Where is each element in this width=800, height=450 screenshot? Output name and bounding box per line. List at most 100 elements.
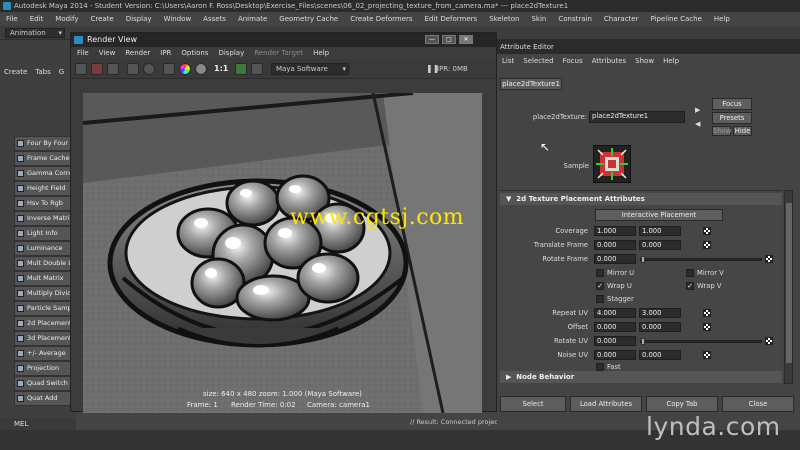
tab-place2dtexture1[interactable]: place2dTexture1: [500, 78, 562, 90]
interactive-placement-button[interactable]: Interactive Placement: [595, 209, 723, 221]
section-node-behavior[interactable]: ▶ Node Behavior: [500, 371, 782, 383]
rotate-frame-field[interactable]: 0.000: [594, 254, 636, 264]
slider-knob[interactable]: [641, 256, 645, 263]
close-button[interactable]: ✕: [459, 35, 473, 44]
rotate-uv-slider[interactable]: [640, 338, 762, 345]
mel-label[interactable]: MEL: [0, 418, 76, 430]
keep-image-icon[interactable]: [163, 63, 175, 75]
section-2d-texture-placement[interactable]: ▼ 2d Texture Placement Attributes: [500, 193, 782, 205]
refresh-icon[interactable]: [143, 63, 155, 75]
repeat-u-field[interactable]: 4.000: [594, 308, 636, 318]
menu-item-constrain[interactable]: Constrain: [552, 12, 598, 26]
stagger-checkbox[interactable]: [596, 295, 604, 303]
node-item-light-info[interactable]: Light Info: [14, 226, 74, 241]
render-region-icon[interactable]: [91, 63, 103, 75]
select-input-icon[interactable]: ▶: [695, 106, 700, 114]
menu-item-pipeline-cache[interactable]: Pipeline Cache: [644, 12, 707, 26]
ipr-render-icon[interactable]: [127, 63, 139, 75]
slider-knob[interactable]: [641, 338, 645, 345]
rv-menu-item-help[interactable]: Help: [307, 47, 333, 59]
rv-menu-item-file[interactable]: File: [71, 47, 93, 59]
node-item-projection[interactable]: Projection: [14, 361, 74, 376]
menu-item-modify[interactable]: Modify: [49, 12, 84, 26]
rotate-frame-slider[interactable]: [640, 256, 762, 263]
node-item-quat-add[interactable]: Quat Add: [14, 391, 74, 406]
offset-u-field[interactable]: 0.000: [594, 322, 636, 332]
maximize-button[interactable]: □: [442, 35, 456, 44]
offset-map-button[interactable]: [703, 323, 711, 331]
menu-item-edit[interactable]: Edit: [24, 12, 50, 26]
node-item-multiply-divide[interactable]: Multiply Divide: [14, 286, 74, 301]
alpha-channel-icon[interactable]: [195, 63, 207, 75]
repeat-v-field[interactable]: 3.000: [639, 308, 681, 318]
minimize-button[interactable]: —: [425, 35, 439, 44]
node-item-2d-placement[interactable]: 2d Placement: [14, 316, 74, 331]
node-item-luminance[interactable]: Luminance: [14, 241, 74, 256]
menu-item-help[interactable]: Help: [708, 12, 736, 26]
noise-u-field[interactable]: 0.000: [594, 350, 636, 360]
offset-v-field[interactable]: 0.000: [639, 322, 681, 332]
menu-item-geometry-cache[interactable]: Geometry Cache: [273, 12, 344, 26]
menu-item-edit-deformers[interactable]: Edit Deformers: [419, 12, 484, 26]
focus-button[interactable]: Focus: [712, 98, 752, 110]
copy-tab-button[interactable]: Copy Tab: [646, 396, 718, 412]
rv-menu-item-render[interactable]: Render: [119, 47, 154, 59]
ae-menu-item-attributes[interactable]: Attributes: [587, 55, 631, 67]
rv-menu-item-display[interactable]: Display: [212, 47, 248, 59]
shelf-tab-tabs[interactable]: Tabs: [31, 66, 55, 78]
ratio-label[interactable]: 1:1: [214, 64, 228, 73]
rv-menu-item-view[interactable]: View: [93, 47, 120, 59]
menu-item-window[interactable]: Window: [158, 12, 198, 26]
menu-item-file[interactable]: File: [0, 12, 24, 26]
snapshot-icon[interactable]: [107, 63, 119, 75]
coverage-map-button[interactable]: [703, 227, 711, 235]
fast-checkbox[interactable]: [596, 363, 604, 371]
ae-menu-item-show[interactable]: Show: [630, 55, 658, 67]
menu-item-display[interactable]: Display: [120, 12, 158, 26]
node-item-mult-matrix[interactable]: Mult Matrix: [14, 271, 74, 286]
mirror-u-checkbox[interactable]: [596, 269, 604, 277]
presets-button[interactable]: Presets: [712, 112, 752, 124]
ae-menu-item-focus[interactable]: Focus: [558, 55, 587, 67]
menu-item-create-deformers[interactable]: Create Deformers: [344, 12, 418, 26]
ae-menu-item-list[interactable]: List: [497, 55, 518, 67]
node-name-field[interactable]: place2dTexture1: [589, 111, 685, 123]
wrap-v-checkbox[interactable]: ✓: [686, 282, 694, 290]
node-item-gamma-correct[interactable]: Gamma Correct: [14, 166, 74, 181]
noise-v-field[interactable]: 0.000: [639, 350, 681, 360]
menu-item-skeleton[interactable]: Skeleton: [483, 12, 525, 26]
rgb-channels-icon[interactable]: [179, 63, 191, 75]
rotate-uv-map-button[interactable]: [765, 337, 773, 345]
node-item-inverse-matrix[interactable]: Inverse Matrix: [14, 211, 74, 226]
node-item-average[interactable]: +/- Average: [14, 346, 74, 361]
node-item-quad-switch[interactable]: Quad Switch: [14, 376, 74, 391]
redo-render-icon[interactable]: [75, 63, 87, 75]
node-item-height-field[interactable]: Height Field: [14, 181, 74, 196]
menu-item-character[interactable]: Character: [598, 12, 645, 26]
render-canvas[interactable]: [83, 93, 482, 413]
load-attributes-button[interactable]: Load Attributes: [570, 396, 642, 412]
display-region-icon[interactable]: [235, 63, 247, 75]
repeat-uv-map-button[interactable]: [703, 309, 711, 317]
menu-set-dropdown[interactable]: Animation ▾: [5, 28, 65, 38]
menu-item-create[interactable]: Create: [84, 12, 119, 26]
rotate-frame-map-button[interactable]: [765, 255, 773, 263]
node-item-frame-cache[interactable]: Frame Cache: [14, 151, 74, 166]
shelf-tab-create[interactable]: Create: [0, 66, 31, 78]
rv-menu-item-render-target[interactable]: Render Target: [248, 47, 307, 59]
display-settings-icon[interactable]: [251, 63, 263, 75]
menu-item-skin[interactable]: Skin: [525, 12, 552, 26]
hide-button[interactable]: Hide: [733, 126, 752, 136]
node-item-hsv-to-rgb[interactable]: Hsv To Rgb: [14, 196, 74, 211]
node-item-3d-placement[interactable]: 3d Placement: [14, 331, 74, 346]
select-output-icon[interactable]: ◀: [695, 120, 700, 128]
node-item-four-by-four[interactable]: Four By Four: [14, 136, 74, 151]
coverage-u-field[interactable]: 1.000: [594, 226, 636, 236]
rv-menu-item-options[interactable]: Options: [175, 47, 212, 59]
menu-item-assets[interactable]: Assets: [197, 12, 232, 26]
select-button[interactable]: Select: [500, 396, 566, 412]
translate-frame-map-button[interactable]: [703, 241, 711, 249]
show-button[interactable]: Show: [712, 126, 731, 136]
render-view-title-bar[interactable]: Render View — □ ✕: [71, 33, 496, 47]
coverage-v-field[interactable]: 1.000: [639, 226, 681, 236]
